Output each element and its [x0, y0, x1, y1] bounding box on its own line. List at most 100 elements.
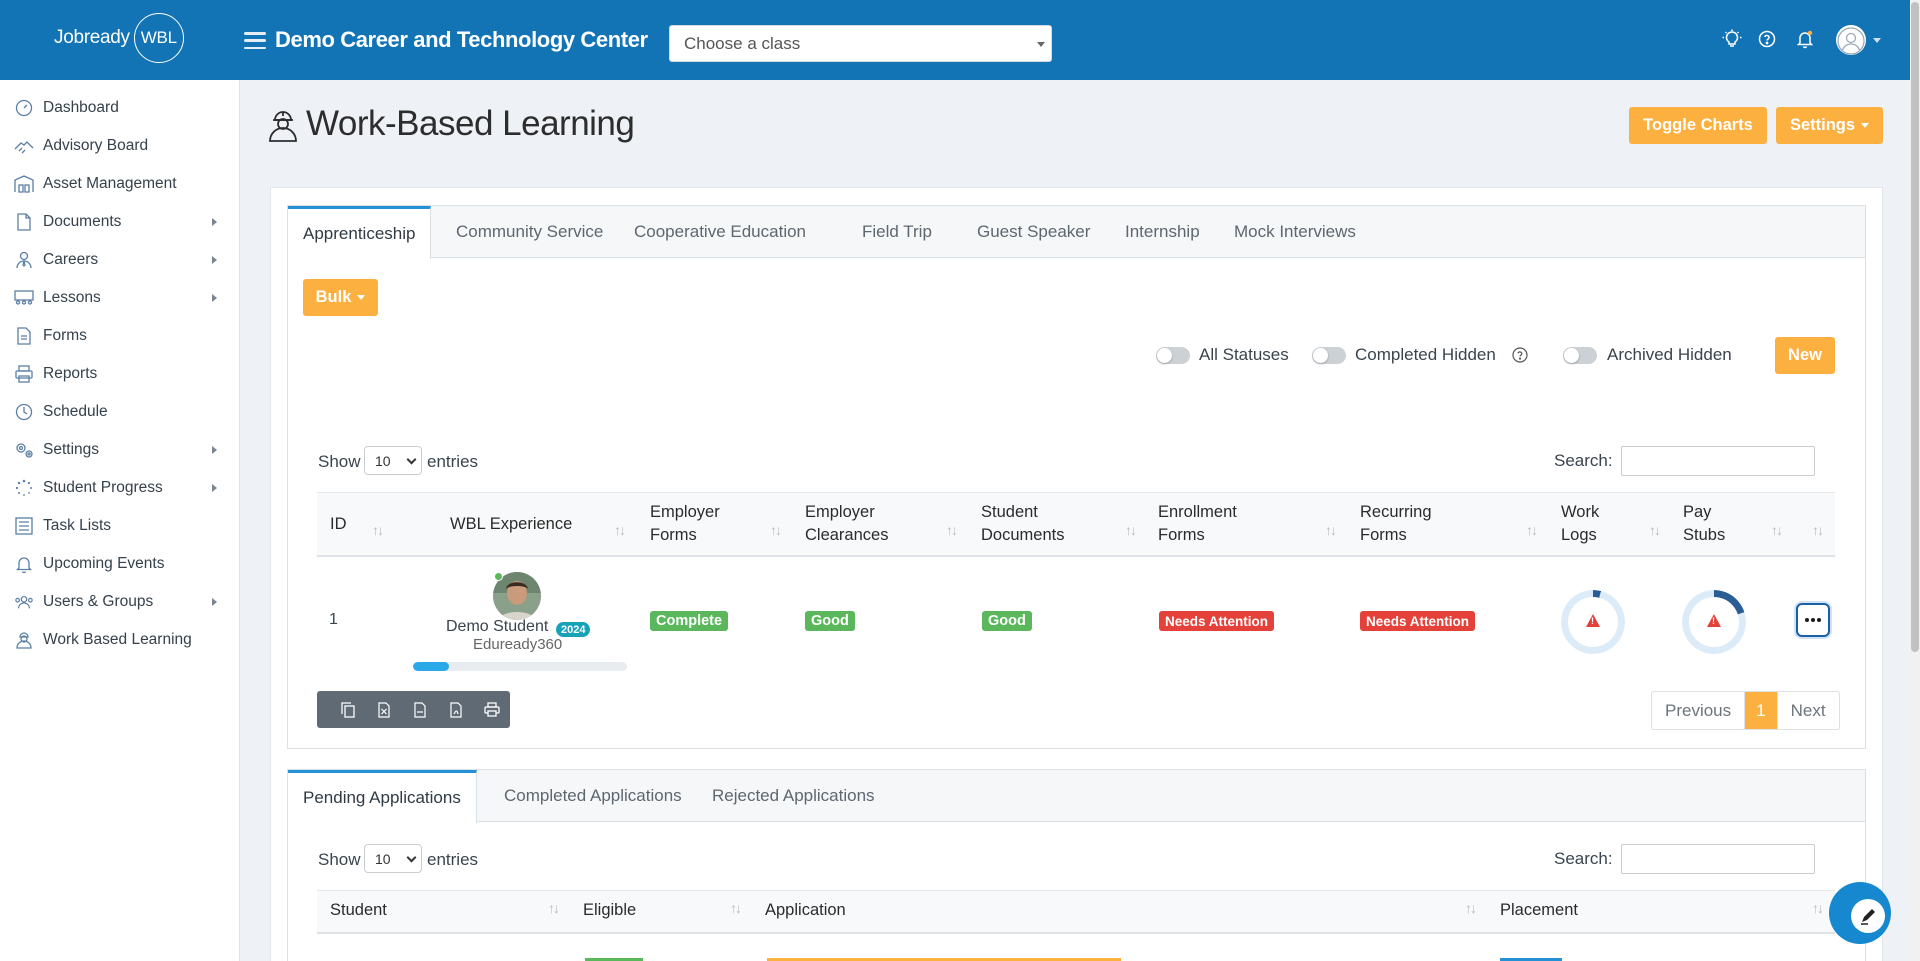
- wbl-tabs: Apprenticeship Community Service Coopera…: [288, 206, 1865, 259]
- sidebar-item-asset-management[interactable]: Asset Management: [0, 167, 239, 201]
- col-header-employer-clearances[interactable]: Employer Clearances: [805, 501, 888, 547]
- chevron-right-icon: [212, 294, 217, 302]
- col-header-enrollment-forms[interactable]: Enrollment Forms: [1158, 501, 1237, 547]
- row-actions-button[interactable]: [1796, 603, 1830, 637]
- export-toolbar: [317, 691, 510, 728]
- sidebar-item-upcoming-events[interactable]: Upcoming Events: [0, 547, 239, 581]
- class-select[interactable]: Choose a class: [669, 25, 1052, 62]
- spinner-icon: [14, 478, 34, 498]
- users-class-icon: [14, 288, 34, 308]
- sort-icon[interactable]: ↑↓: [1465, 900, 1477, 916]
- sidebar-item-users-groups[interactable]: Users & Groups: [0, 585, 239, 619]
- col-header-placement[interactable]: Placement: [1500, 899, 1578, 922]
- tab-apprenticeship[interactable]: Apprenticeship: [288, 206, 432, 259]
- tab-internship[interactable]: Internship: [1110, 206, 1215, 258]
- new-button[interactable]: New: [1775, 337, 1835, 374]
- col-header-student-documents[interactable]: Student Documents: [981, 501, 1064, 547]
- sort-icon[interactable]: ↑↓: [548, 900, 560, 916]
- user-menu-caret-icon[interactable]: [1873, 38, 1881, 43]
- col-header-student[interactable]: Student: [330, 899, 387, 922]
- notification-bell-icon[interactable]: [1794, 28, 1816, 50]
- class-select-placeholder: Choose a class: [684, 33, 801, 53]
- csv-icon[interactable]: [402, 691, 438, 728]
- sidebar-item-label: Schedule: [43, 403, 108, 420]
- col-header-recurring-forms[interactable]: Recurring Forms: [1360, 501, 1432, 547]
- pen-icon[interactable]: [1851, 899, 1885, 933]
- sidebar-item-settings[interactable]: Settings: [0, 433, 239, 467]
- col-header-eligible[interactable]: Eligible: [583, 899, 636, 922]
- col-header-pay-stubs[interactable]: Pay Stubs: [1683, 501, 1725, 547]
- pdf-icon[interactable]: [438, 691, 474, 728]
- completed-hidden-toggle[interactable]: [1312, 347, 1346, 364]
- settings-dropdown-button[interactable]: Settings: [1776, 107, 1883, 144]
- all-statuses-toggle[interactable]: [1156, 347, 1190, 364]
- page-scrollbar[interactable]: [1910, 0, 1920, 961]
- col-header-work-logs[interactable]: Work Logs: [1561, 501, 1599, 547]
- sidebar-item-reports[interactable]: Reports: [0, 357, 239, 391]
- sidebar-item-lessons[interactable]: Lessons: [0, 281, 239, 315]
- help-icon[interactable]: [1756, 28, 1778, 50]
- top-navbar: Jobready WBL Demo Career and Technology …: [0, 0, 1920, 80]
- tab-rejected-applications[interactable]: Rejected Applications: [697, 770, 890, 822]
- sidebar-item-label: Task Lists: [43, 517, 112, 534]
- col-header-line: Forms: [1158, 526, 1205, 544]
- pagination-previous[interactable]: Previous: [1652, 692, 1746, 729]
- sort-icon[interactable]: ↑↓: [1649, 522, 1661, 538]
- pay-stubs-donut-chart[interactable]: [1682, 590, 1746, 654]
- archived-hidden-toggle[interactable]: [1563, 347, 1597, 364]
- tab-guest-speaker[interactable]: Guest Speaker: [962, 206, 1105, 258]
- sort-icon[interactable]: ↑↓: [1125, 522, 1137, 538]
- tab-community-service[interactable]: Community Service: [441, 206, 618, 258]
- tab-cooperative-education[interactable]: Cooperative Education: [619, 206, 821, 258]
- more-horizontal-icon: [1805, 618, 1821, 622]
- sidebar-item-schedule[interactable]: Schedule: [0, 395, 239, 429]
- sort-icon[interactable]: ↑↓: [372, 522, 384, 538]
- tab-field-trip[interactable]: Field Trip: [847, 206, 947, 258]
- work-logs-donut-chart[interactable]: [1561, 590, 1625, 654]
- sidebar-item-documents[interactable]: Documents: [0, 205, 239, 239]
- sidebar-item-careers[interactable]: Careers: [0, 243, 239, 277]
- sidebar-item-advisory-board[interactable]: Advisory Board: [0, 129, 239, 163]
- tab-mock-interviews[interactable]: Mock Interviews: [1219, 206, 1371, 258]
- user-avatar[interactable]: [1836, 25, 1866, 55]
- info-circle-icon[interactable]: [1512, 347, 1528, 363]
- toggle-charts-button[interactable]: Toggle Charts: [1629, 107, 1767, 144]
- sidebar-item-dashboard[interactable]: Dashboard: [0, 91, 239, 125]
- sort-icon[interactable]: ↑↓: [730, 900, 742, 916]
- print-icon[interactable]: [474, 691, 510, 728]
- student-name[interactable]: Demo Student: [446, 618, 548, 636]
- gauge-icon: [14, 98, 34, 118]
- excel-icon[interactable]: [366, 691, 402, 728]
- search-input[interactable]: [1621, 844, 1815, 874]
- scrollbar-thumb[interactable]: [1911, 2, 1919, 652]
- col-header-application[interactable]: Application: [765, 899, 846, 922]
- copy-icon[interactable]: [330, 691, 366, 728]
- lightbulb-icon[interactable]: [1721, 28, 1743, 50]
- col-header-employer-forms[interactable]: Employer Forms: [650, 501, 720, 547]
- col-header-id[interactable]: ID: [330, 513, 347, 536]
- sort-icon[interactable]: ↑↓: [1812, 900, 1824, 916]
- tab-pending-applications[interactable]: Pending Applications: [288, 770, 477, 823]
- sort-icon[interactable]: ↑↓: [770, 522, 782, 538]
- entries-per-page-select[interactable]: 10: [364, 446, 422, 475]
- user-tie-icon: [14, 250, 34, 270]
- sidebar-item-task-lists[interactable]: Task Lists: [0, 509, 239, 543]
- bulk-dropdown-button[interactable]: Bulk: [303, 279, 378, 316]
- sort-icon[interactable]: ↑↓: [946, 522, 958, 538]
- app-logo[interactable]: Jobready WBL: [54, 13, 184, 63]
- sort-icon[interactable]: ↑↓: [1771, 522, 1783, 538]
- search-input[interactable]: [1621, 446, 1815, 476]
- entries-per-page-select[interactable]: 10: [364, 844, 422, 873]
- pagination-next[interactable]: Next: [1778, 692, 1839, 729]
- sidebar-item-student-progress[interactable]: Student Progress: [0, 471, 239, 505]
- sort-icon[interactable]: ↑↓: [1526, 522, 1538, 538]
- col-header-wbl-experience[interactable]: WBL Experience: [450, 513, 572, 536]
- sort-icon[interactable]: ↑↓: [1812, 522, 1824, 538]
- sidebar-item-work-based-learning[interactable]: Work Based Learning: [0, 623, 239, 657]
- sort-icon[interactable]: ↑↓: [1325, 522, 1337, 538]
- tab-completed-applications[interactable]: Completed Applications: [489, 770, 697, 822]
- sidebar-item-forms[interactable]: Forms: [0, 319, 239, 353]
- sort-icon[interactable]: ↑↓: [614, 522, 626, 538]
- pagination-page-1[interactable]: 1: [1745, 692, 1778, 729]
- menu-toggle-icon[interactable]: [244, 32, 266, 49]
